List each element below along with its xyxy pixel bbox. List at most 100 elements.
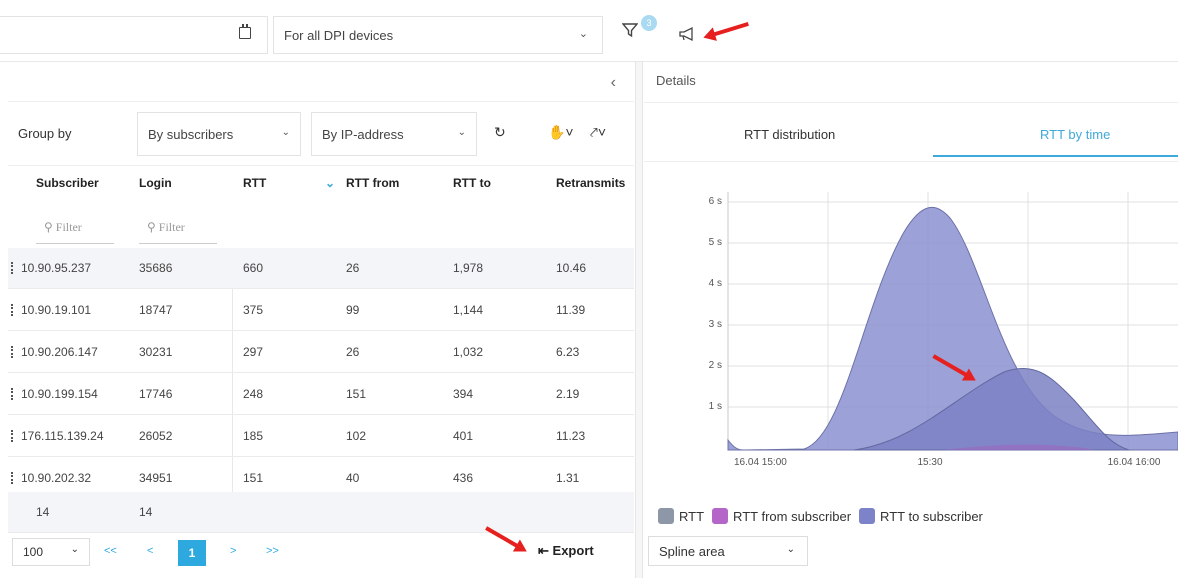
- cell-rtt-from: 26: [346, 261, 360, 275]
- pagination-bar: 100 ⌄ << < 1 > >> ⇤ Export: [8, 536, 634, 570]
- cell-rtt-to: 1,978: [453, 261, 484, 275]
- cell-rtt-from: 40: [346, 471, 360, 485]
- panel-header: ‹: [8, 62, 634, 102]
- next-page-button[interactable]: >: [230, 545, 236, 557]
- cell-rtt-from: 26: [346, 345, 360, 359]
- chevron-down-icon: ⌄: [578, 28, 588, 40]
- legend-swatch: [859, 508, 876, 524]
- first-page-button[interactable]: <<: [104, 545, 117, 557]
- cell-retransmits: 1.31: [556, 471, 580, 485]
- drag-handle-icon[interactable]: [11, 388, 13, 400]
- refresh-icon[interactable]: ↻: [494, 124, 506, 141]
- cell-login: 35686: [139, 261, 173, 275]
- drag-handle-icon[interactable]: [11, 262, 13, 274]
- cell-rtt-from: 99: [346, 303, 360, 317]
- legend-item-rtt-to-subscriber[interactable]: RTT to subscriber: [859, 508, 983, 524]
- cell-subscriber: 10.90.19.101: [21, 303, 92, 317]
- y-tick-label: 6 s: [709, 196, 722, 207]
- legend-item-rtt-from-subscriber[interactable]: RTT from subscriber: [712, 508, 851, 524]
- chevron-down-icon: ⌄: [281, 127, 290, 138]
- top-toolbar: For all DPI devices ⌄ 3: [0, 0, 1178, 62]
- export-button[interactable]: ⇤ Export: [538, 543, 594, 559]
- column-header-subscriber[interactable]: Subscriber: [36, 176, 99, 190]
- totals-row: 14 14: [8, 492, 634, 533]
- cell-rtt-to: 1,144: [453, 303, 484, 317]
- legend-label: RTT to subscriber: [880, 508, 983, 524]
- table-row[interactable]: 10.90.95.237 35686 660 26 1,978 10.46: [8, 248, 634, 289]
- chevron-down-icon: ⌄: [70, 544, 79, 555]
- column-header-rtt-from[interactable]: RTT from: [346, 176, 399, 190]
- x-tick-label: 16.04 16:00: [1108, 457, 1161, 468]
- cell-rtt-to: 401: [453, 429, 474, 443]
- cell-retransmits: 6.23: [556, 345, 580, 359]
- group-by-row: Group by By subscribers ⌄ By IP-address …: [8, 102, 634, 166]
- y-tick-label: 1 s: [709, 401, 722, 412]
- tab-rtt-distribution[interactable]: RTT distribution: [744, 127, 835, 142]
- y-tick-label: 5 s: [709, 237, 722, 248]
- cell-rtt-from: 151: [346, 387, 367, 401]
- column-header-retransmits[interactable]: Retransmits: [556, 176, 625, 190]
- megaphone-menu-icon[interactable]: ⤤˅: [590, 124, 606, 141]
- drag-handle-icon[interactable]: [11, 304, 13, 316]
- cell-rtt: 185: [243, 429, 264, 443]
- legend-label: RTT from subscriber: [733, 508, 852, 524]
- prev-page-button[interactable]: <: [147, 545, 153, 557]
- table-row[interactable]: 176.115.139.24 26052 185 102 401 11.23: [8, 416, 634, 457]
- tab-rtt-by-time[interactable]: RTT by time: [1040, 127, 1110, 142]
- cell-login: 26052: [139, 429, 173, 443]
- column-header-rtt-to[interactable]: RTT to: [453, 176, 491, 190]
- group-by-select-2-value: By IP-address: [322, 127, 404, 142]
- drag-handle-icon[interactable]: [11, 346, 13, 358]
- chart-type-value: Spline area: [659, 544, 725, 559]
- last-page-button[interactable]: >>: [266, 545, 279, 557]
- chevron-down-icon: ⌄: [786, 544, 795, 555]
- group-by-select-2[interactable]: By IP-address ⌄: [311, 112, 477, 156]
- cell-login: 17746: [139, 387, 173, 401]
- group-by-select-1-value: By subscribers: [148, 127, 234, 142]
- cell-rtt: 660: [243, 261, 264, 275]
- filter-button[interactable]: [621, 22, 642, 44]
- collapse-panel-icon[interactable]: ‹: [611, 74, 616, 92]
- sort-desc-icon[interactable]: ⌄: [325, 176, 335, 190]
- y-tick-label: 4 s: [709, 278, 722, 289]
- column-header-rtt[interactable]: RTT: [243, 176, 266, 190]
- cell-retransmits: 2.19: [556, 387, 580, 401]
- subscriber-filter-input[interactable]: ⚲ Filter: [36, 220, 114, 244]
- table-row[interactable]: 10.90.199.154 17746 248 151 394 2.19: [8, 374, 634, 415]
- announcement-button[interactable]: [678, 26, 696, 42]
- table-row[interactable]: 10.90.206.147 30231 297 26 1,032 6.23: [8, 332, 634, 373]
- table-row[interactable]: 10.90.19.101 18747 375 99 1,144 11.39: [8, 290, 634, 331]
- filter-placeholder: Filter: [158, 220, 185, 234]
- cell-rtt-from: 102: [346, 429, 367, 443]
- page-size-select[interactable]: 100 ⌄: [12, 538, 90, 566]
- hand-tool-icon[interactable]: ✋˅: [548, 124, 574, 141]
- column-header-login[interactable]: Login: [139, 176, 172, 190]
- panel-splitter[interactable]: [635, 62, 643, 578]
- cell-retransmits: 11.23: [556, 429, 586, 443]
- y-tick-label: 3 s: [709, 319, 722, 330]
- total-logins: 14: [139, 505, 153, 519]
- calendar-icon[interactable]: [239, 24, 251, 39]
- legend-swatch: [658, 508, 674, 524]
- filter-placeholder: Filter: [55, 220, 82, 234]
- dpi-device-select[interactable]: For all DPI devices ⌄: [273, 16, 603, 54]
- annotation-arrow: [711, 21, 749, 37]
- chart-legend: RTT RTT from subscriber RTT to subscribe…: [658, 508, 991, 524]
- login-filter-input[interactable]: ⚲ Filter: [139, 220, 217, 244]
- x-tick-label: 16.04 15:00: [734, 457, 787, 468]
- cell-rtt: 297: [243, 345, 264, 359]
- date-range-field[interactable]: [0, 16, 268, 54]
- details-tabs: RTT distribution RTT by time: [644, 102, 1178, 162]
- active-tab-indicator: [933, 155, 1178, 157]
- cell-subscriber: 10.90.202.32: [21, 471, 92, 485]
- current-page-button[interactable]: 1: [178, 540, 206, 566]
- export-label: Export: [552, 543, 594, 558]
- drag-handle-icon[interactable]: [11, 430, 13, 442]
- drag-handle-icon[interactable]: [11, 472, 13, 484]
- group-by-select-1[interactable]: By subscribers ⌄: [137, 112, 301, 156]
- cell-rtt: 375: [243, 303, 264, 317]
- legend-item-rtt[interactable]: RTT: [658, 508, 704, 524]
- dpi-device-select-value: For all DPI devices: [284, 28, 394, 43]
- chart-type-select[interactable]: Spline area ⌄: [648, 536, 808, 566]
- cell-login: 18747: [139, 303, 173, 317]
